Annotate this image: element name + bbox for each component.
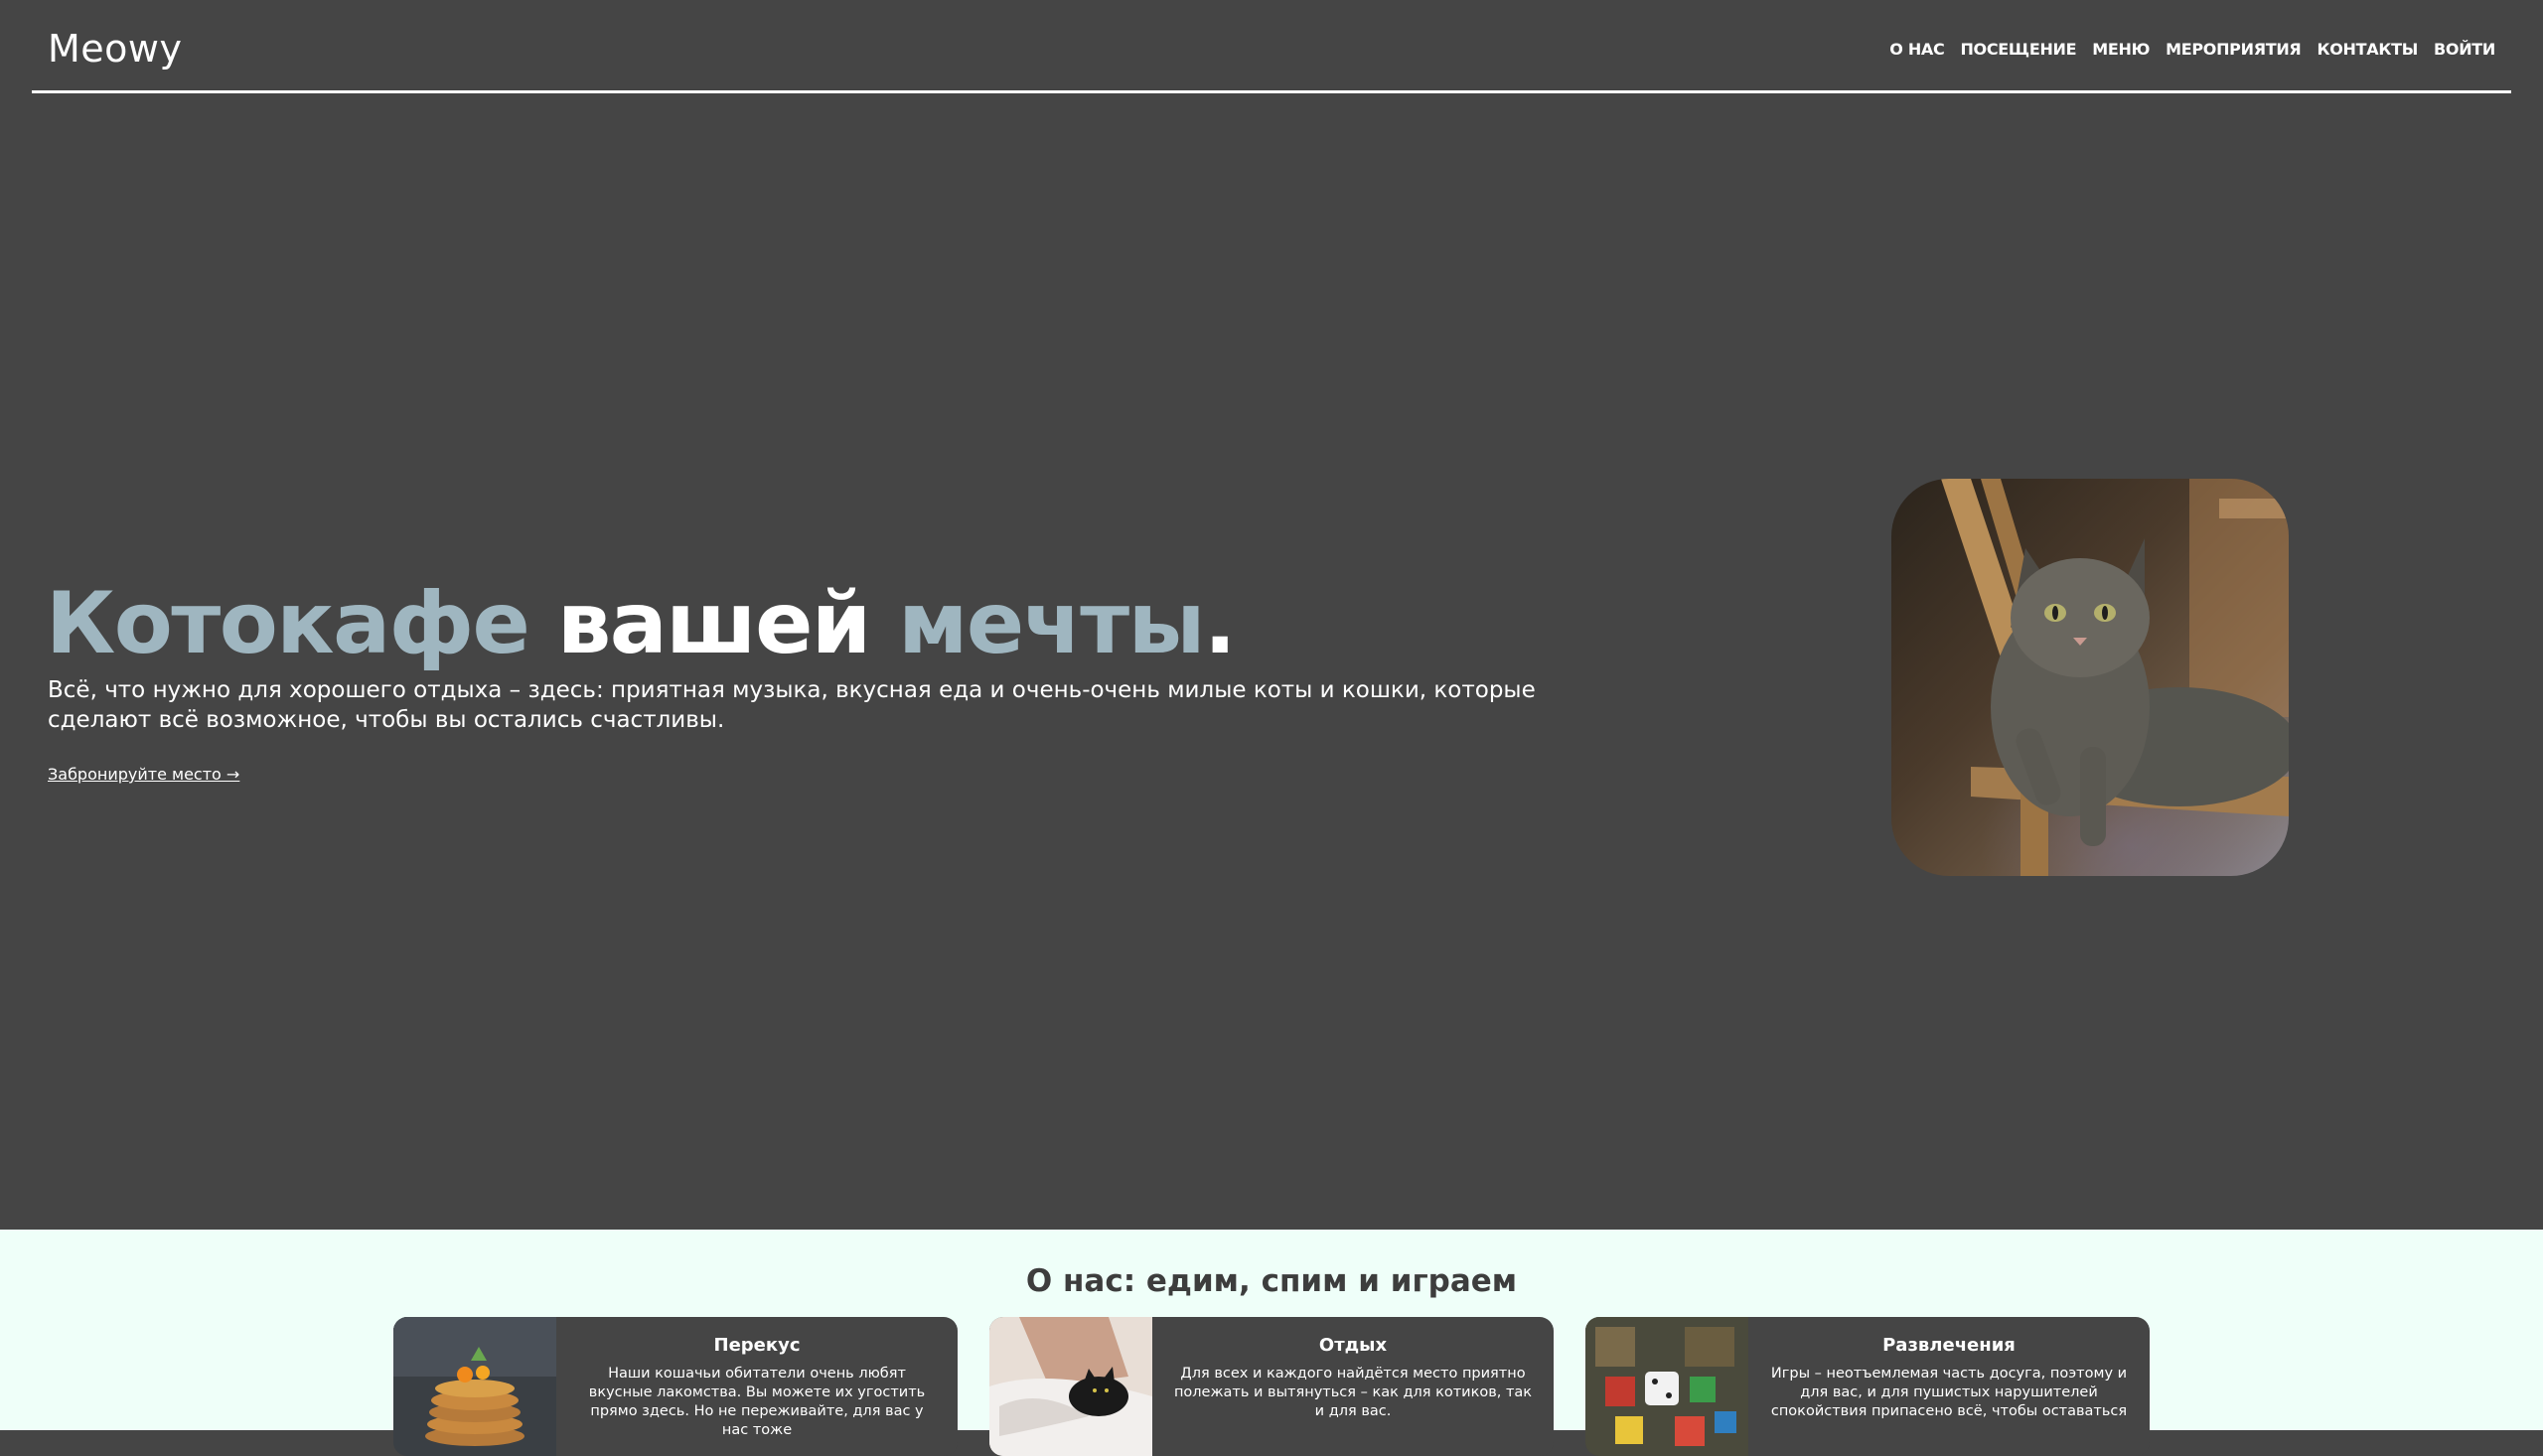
card-rest: Отдых Для всех и каждого найдётся место …	[989, 1317, 1554, 1456]
nav-contacts[interactable]: КОНТАКТЫ	[2317, 40, 2418, 59]
sleeping-cat-photo	[989, 1317, 1152, 1456]
sleeping-cat-illustration	[989, 1317, 1152, 1456]
main-nav: О НАС ПОСЕЩЕНИЕ МЕНЮ МЕРОПРИЯТИЯ КОНТАКТ…	[1889, 40, 2495, 59]
nav-visit[interactable]: ПОСЕЩЕНИЕ	[1960, 40, 2076, 59]
nav-login[interactable]: ВОЙТИ	[2434, 40, 2495, 59]
board-games-photo	[1585, 1317, 1748, 1456]
hero-subtitle: Всё, что нужно для хорошего отдыха – зде…	[48, 677, 1536, 733]
pancakes-photo	[393, 1317, 556, 1456]
card-rest-title: Отдых	[1318, 1335, 1388, 1356]
hero-title-part2: вашей	[556, 574, 899, 673]
card-games-text: Игры – неотъемлемая часть досуга, поэтом…	[1770, 1366, 2128, 1419]
cat-photo-illustration	[1941, 479, 2289, 876]
site-header: Meowy О НАС ПОСЕЩЕНИЕ МЕНЮ МЕРОПРИЯТИЯ К…	[32, 0, 2511, 93]
card-rest-text: Для всех и каждого найдётся место приятн…	[1173, 1366, 1533, 1419]
card-snack-title: Перекус	[713, 1335, 801, 1356]
board-games-illustration	[1585, 1317, 1748, 1456]
pancakes-illustration	[393, 1317, 556, 1456]
card-snack-text: Наши кошачьи обитатели очень любят вкусн…	[588, 1366, 926, 1438]
about-title: О нас: едим, спим и играем	[1025, 1263, 1518, 1299]
hero-title-dot: .	[1203, 574, 1237, 673]
about-section: О нас: едим, спим и играем Перекус Наши …	[0, 1230, 2543, 1456]
cat-photo	[1891, 479, 2289, 876]
card-games: Развлечения Игры – неотъемлемая часть до…	[1585, 1317, 2150, 1456]
book-seat-link[interactable]: Забронируйте место →	[48, 765, 239, 784]
card-games-title: Развлечения	[1882, 1335, 2016, 1356]
hero-title-part1: Котокафе	[46, 574, 557, 673]
nav-events[interactable]: МЕРОПРИЯТИЯ	[2166, 40, 2302, 59]
logo[interactable]: Meowy	[48, 27, 182, 71]
hero-section: Meowy О НАС ПОСЕЩЕНИЕ МЕНЮ МЕРОПРИЯТИЯ К…	[0, 0, 2543, 1230]
hero-title: Котокафе вашей мечты.	[46, 574, 1237, 673]
nav-menu[interactable]: МЕНЮ	[2092, 40, 2150, 59]
card-snack: Перекус Наши кошачьи обитатели очень люб…	[393, 1317, 958, 1456]
hero-title-part3: мечты	[898, 574, 1205, 673]
nav-about[interactable]: О НАС	[1889, 40, 1945, 59]
